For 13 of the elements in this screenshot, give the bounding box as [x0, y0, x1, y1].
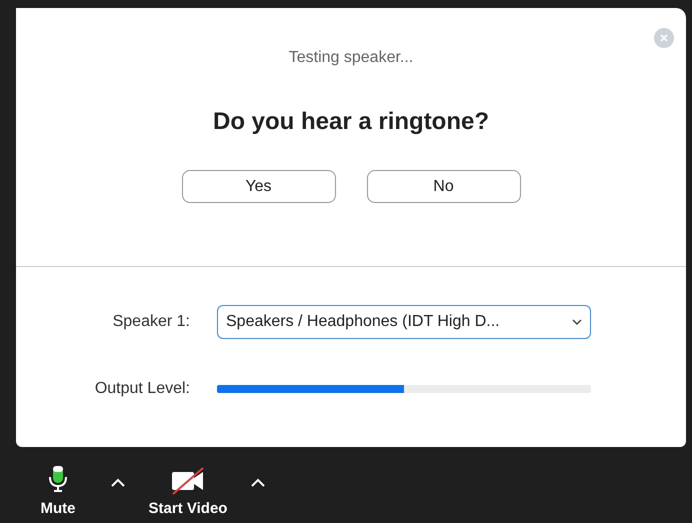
speaker-dropdown[interactable]: Speakers / Headphones (IDT High D...: [217, 305, 591, 339]
output-level-label: Output Level:: [94, 379, 190, 399]
question-heading: Do you hear a ringtone?: [212, 107, 490, 137]
speaker-label: Speaker 1:: [112, 312, 190, 332]
microphone-icon: [48, 465, 68, 493]
answer-button[interactable]: Yes: [182, 170, 336, 203]
status-text: Testing speaker...: [288, 48, 414, 68]
mute-button[interactable]: Mute: [18, 447, 98, 516]
answer-button[interactable]: No: [366, 170, 520, 203]
chevron-down-icon: [572, 319, 582, 325]
start-video-button[interactable]: Start Video: [138, 447, 238, 516]
caret-up-icon: [250, 478, 266, 488]
caret-up-icon: [110, 478, 126, 488]
